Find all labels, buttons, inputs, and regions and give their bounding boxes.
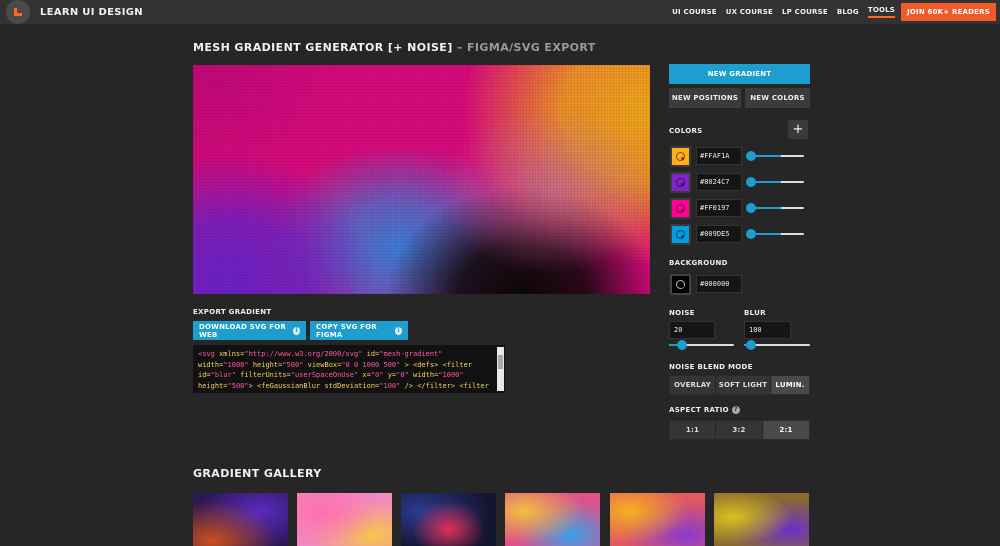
aspect-2-1-option[interactable]: 2:1 (763, 421, 809, 439)
nav-ui-course[interactable]: UI COURSE (672, 8, 717, 16)
gradient-preview (193, 65, 650, 294)
noise-blend-mode-label: NOISE BLEND MODE (669, 363, 753, 371)
blend-overlay-option[interactable]: OVERLAY (670, 376, 716, 394)
color-weight-slider[interactable] (746, 229, 804, 239)
color-swatch[interactable] (670, 145, 691, 167)
color-weight-slider[interactable] (746, 151, 804, 161)
join-readers-button[interactable]: JOIN 60K+ READERS (901, 3, 996, 21)
export-gradient-label: EXPORT GRADIENT (193, 308, 272, 316)
copy-svg-label: COPY SVG FOR FIGMA (316, 322, 377, 339)
add-color-button[interactable]: + (788, 120, 808, 139)
info-icon[interactable]: i (293, 326, 300, 335)
gallery-thumbnail[interactable] (401, 493, 496, 546)
copy-svg-figma-button[interactable]: COPY SVG FOR FIGMA i (310, 321, 408, 340)
code-line: <svg xmlns="http://www.w3.org/2000/svg" … (198, 350, 443, 358)
logo-icon (6, 0, 30, 24)
code-line: id="blur" filterUnits="userSpaceOnUse" x… (198, 371, 464, 379)
color-row: #FF0197 (670, 197, 804, 219)
brand-name: LEARN UI DESIGN (40, 6, 143, 18)
svg-code-textarea[interactable]: <svg xmlns="http://www.w3.org/2000/svg" … (193, 345, 505, 393)
aspect-ratio-label: ASPECT RATIO? (669, 406, 740, 414)
gallery-thumbnail[interactable] (505, 493, 600, 546)
palette-icon (676, 279, 685, 289)
gallery-title: GRADIENT GALLERY (193, 467, 322, 480)
colors-label: COLORS (669, 127, 703, 135)
aspect-ratio-segmented: 1:1 3:2 2:1 (669, 420, 810, 440)
background-color-row: #000000 (670, 273, 742, 295)
nav-ux-course[interactable]: UX COURSE (726, 8, 773, 16)
brand-logo-link[interactable]: LEARN UI DESIGN (6, 0, 143, 24)
download-svg-label: DOWNLOAD SVG FOR WEB (199, 322, 286, 339)
noise-input[interactable]: 20 (669, 321, 715, 339)
palette-icon (676, 203, 685, 213)
gallery-thumbnail[interactable] (714, 493, 809, 546)
color-row: #009DE5 (670, 223, 804, 245)
gallery-thumbnail[interactable] (610, 493, 705, 546)
blend-soft-light-option[interactable]: SOFT LIGHT (716, 376, 771, 394)
code-line: width="1000" height="500" viewBox="0 0 1… (198, 360, 473, 369)
blend-luminosity-option[interactable]: LUMIN. (771, 376, 809, 394)
color-weight-slider[interactable] (746, 203, 804, 213)
background-hex-input[interactable]: #000000 (696, 275, 742, 293)
blur-label: BLUR (744, 309, 766, 317)
color-swatch[interactable] (670, 223, 691, 245)
noise-slider[interactable] (669, 340, 734, 350)
aspect-3-2-option[interactable]: 3:2 (716, 421, 763, 439)
color-hex-input[interactable]: #8024C7 (696, 173, 742, 191)
page-title: MESH GRADIENT GENERATOR [+ NOISE] – FIGM… (193, 41, 596, 54)
aspect-ratio-text: ASPECT RATIO (669, 406, 729, 414)
new-gradient-button[interactable]: NEW GRADIENT (669, 64, 810, 84)
palette-icon (676, 151, 685, 161)
color-hex-input[interactable]: #FFAF1A (696, 147, 742, 165)
color-weight-slider[interactable] (746, 177, 804, 187)
nav-blog[interactable]: BLOG (837, 8, 859, 16)
color-row: #8024C7 (670, 171, 804, 193)
gallery-thumbnail[interactable] (297, 493, 392, 546)
gallery-thumbnail[interactable] (193, 493, 288, 546)
color-hex-input[interactable]: #FF0197 (696, 199, 742, 217)
background-label: BACKGROUND (669, 259, 728, 267)
new-colors-button[interactable]: NEW COLORS (745, 88, 810, 108)
background-swatch[interactable] (670, 273, 691, 295)
nav-lp-course[interactable]: LP COURSE (782, 8, 828, 16)
top-nav-bar: LEARN UI DESIGN UI COURSE UX COURSE LP C… (0, 0, 1000, 24)
page-title-main: MESH GRADIENT GENERATOR [+ NOISE] (193, 41, 453, 54)
help-icon[interactable]: ? (731, 406, 740, 414)
color-swatch[interactable] (670, 197, 691, 219)
code-line: height="500"> <feGaussianBlur stdDeviati… (198, 381, 489, 390)
info-icon[interactable]: i (395, 326, 402, 335)
new-positions-button[interactable]: NEW POSITIONS (669, 88, 741, 108)
palette-icon (676, 229, 685, 239)
plus-icon: + (792, 122, 804, 137)
main-nav: UI COURSE UX COURSE LP COURSE BLOG TOOLS… (663, 0, 996, 24)
color-row: #FFAF1A (670, 145, 804, 167)
color-swatch[interactable] (670, 171, 691, 193)
page-title-sub: – FIGMA/SVG EXPORT (452, 41, 596, 54)
blur-input[interactable]: 100 (744, 321, 791, 339)
color-hex-input[interactable]: #009DE5 (696, 225, 742, 243)
blend-mode-segmented: OVERLAY SOFT LIGHT LUMIN. (669, 375, 810, 395)
nav-tools[interactable]: TOOLS (867, 6, 896, 18)
code-scrollbar[interactable] (497, 347, 504, 391)
download-svg-button[interactable]: DOWNLOAD SVG FOR WEB i (193, 321, 306, 340)
aspect-1-1-option[interactable]: 1:1 (670, 421, 716, 439)
noise-label: NOISE (669, 309, 695, 317)
blur-slider[interactable] (744, 340, 810, 350)
palette-icon (676, 177, 685, 187)
